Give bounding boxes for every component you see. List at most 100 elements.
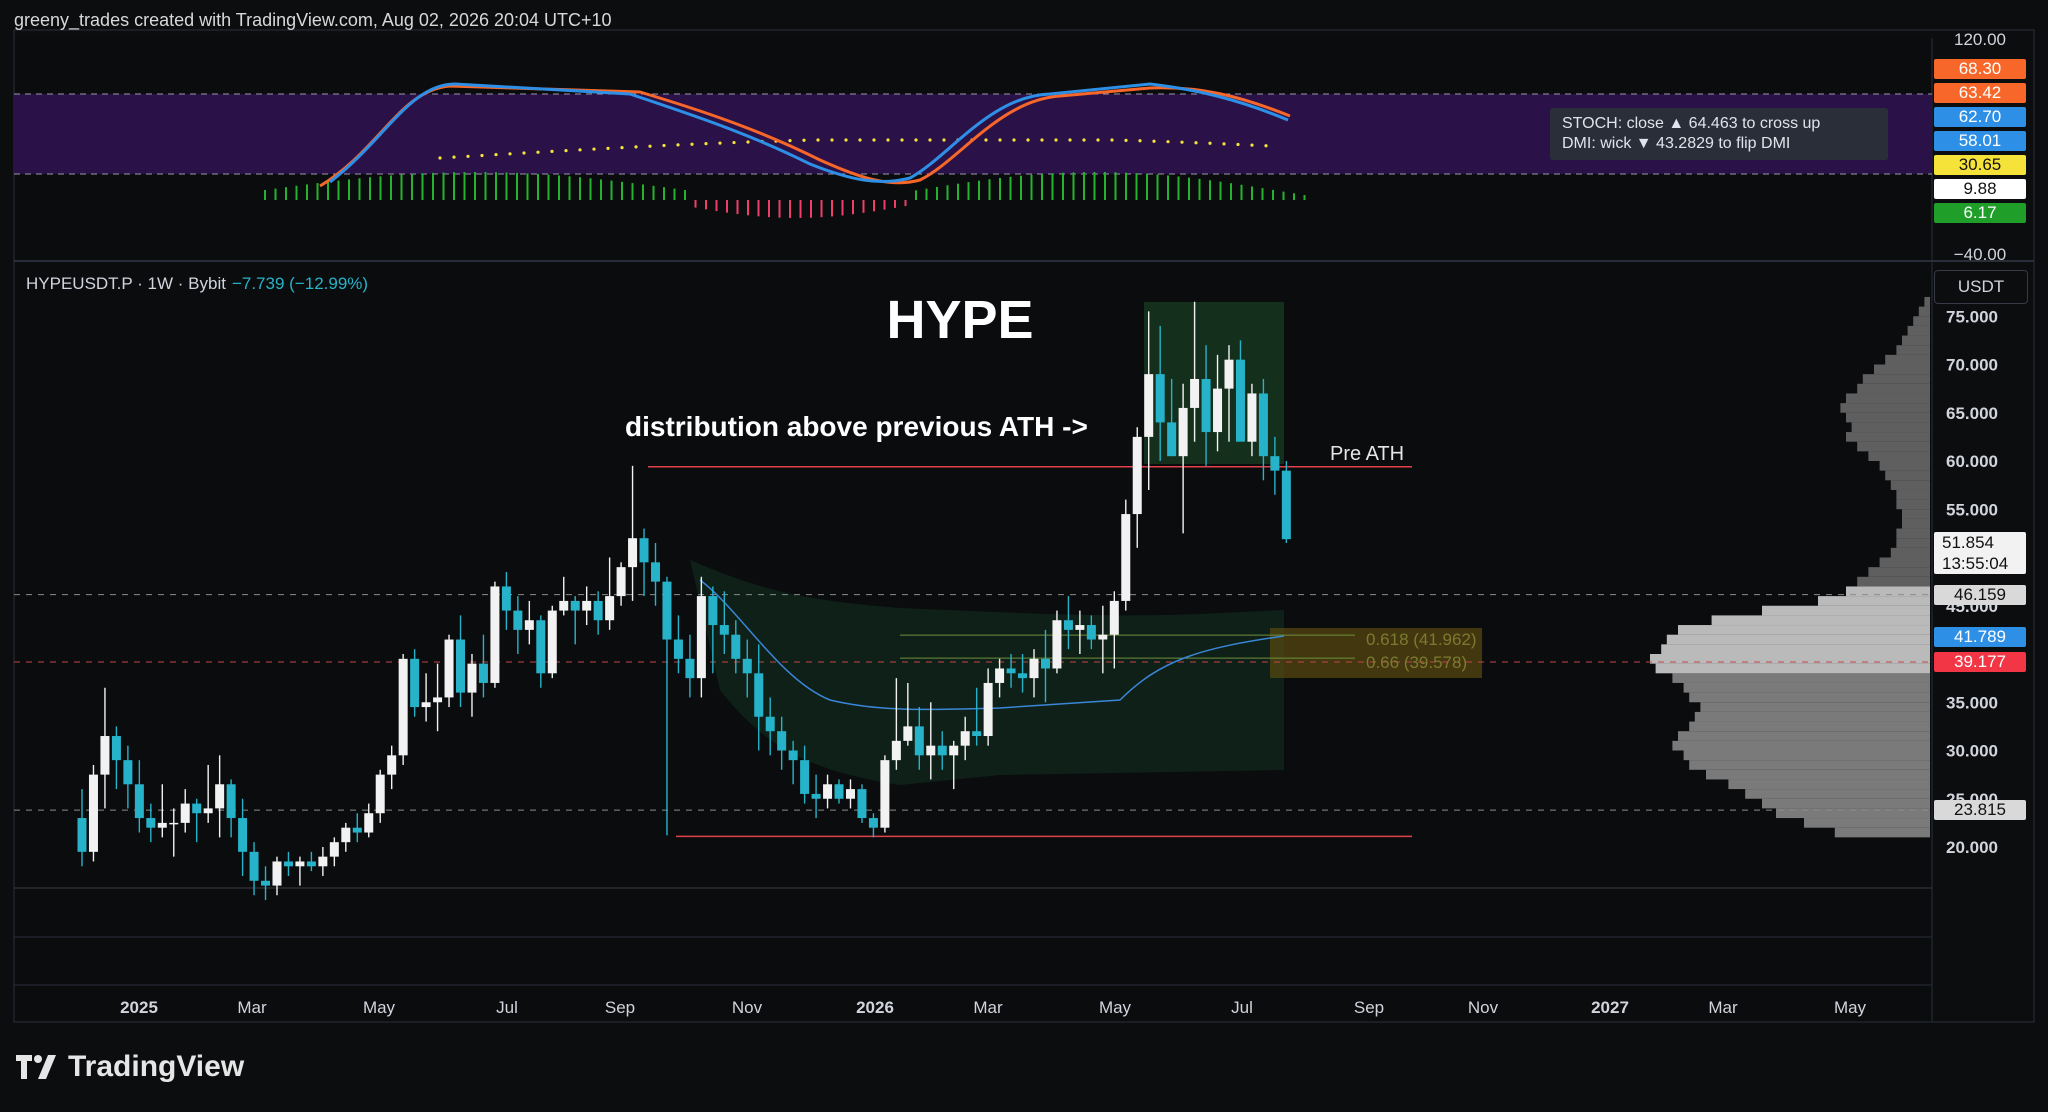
dmi-dot bbox=[522, 151, 526, 155]
histogram-bar bbox=[736, 200, 739, 215]
candle-body bbox=[536, 620, 546, 674]
chart-canvas[interactable]: HYPE distribution above previous ATH -> Pr… bbox=[0, 0, 2048, 1112]
dmi-dot bbox=[802, 138, 806, 142]
tooltip-line-stoch: STOCH: close ▲ 64.463 to cross up bbox=[1562, 115, 1821, 132]
candle-body bbox=[949, 745, 959, 756]
candle-body bbox=[1155, 374, 1165, 423]
candle-body bbox=[283, 861, 293, 867]
y-axis-tick: 65.000 bbox=[1946, 404, 1998, 423]
candle-body bbox=[524, 620, 534, 630]
histogram-bar bbox=[1177, 176, 1180, 200]
volume-profile-bar bbox=[1672, 740, 1930, 751]
histogram-bar bbox=[600, 179, 602, 200]
candle-body bbox=[375, 774, 385, 814]
volume-profile-bar bbox=[1902, 509, 1930, 519]
bar-countdown: 13:55:04 bbox=[1942, 554, 2009, 573]
histogram-bar bbox=[946, 185, 949, 200]
currency-unit-button[interactable]: USDT bbox=[1934, 270, 2028, 304]
volume-profile-bar bbox=[1661, 644, 1930, 654]
histogram-bar bbox=[1251, 186, 1253, 200]
histogram-bar bbox=[1041, 173, 1043, 200]
candle-body bbox=[364, 813, 374, 833]
candle-body bbox=[444, 639, 454, 698]
volume-profile-bar bbox=[1857, 383, 1930, 394]
candle-body bbox=[1167, 422, 1177, 457]
histogram-bar bbox=[1188, 177, 1190, 200]
dmi-dot bbox=[1054, 138, 1058, 142]
histogram-bar bbox=[589, 178, 592, 200]
dmi-dot bbox=[466, 154, 470, 158]
histogram-bar bbox=[631, 183, 634, 200]
x-axis-tick: Sep bbox=[605, 998, 635, 1017]
candle-body bbox=[1281, 470, 1291, 540]
chart-title: HYPE bbox=[886, 290, 1033, 350]
volume-profile-bar bbox=[1804, 818, 1930, 828]
candle-body bbox=[1213, 388, 1223, 433]
candle-body bbox=[341, 827, 351, 843]
y-axis-tick: 55.000 bbox=[1946, 500, 1998, 519]
candle-body bbox=[1121, 514, 1131, 601]
candle-body bbox=[1109, 600, 1119, 635]
histogram-bar bbox=[1167, 175, 1169, 200]
histogram-bar bbox=[873, 200, 875, 212]
indicator-tick-top: 120.00 bbox=[1954, 30, 2006, 49]
volume-profile-bar bbox=[1700, 702, 1930, 712]
dmi-dot bbox=[998, 138, 1002, 142]
volume-profile-bar bbox=[1857, 441, 1930, 452]
volume-profile-bar bbox=[1666, 634, 1930, 645]
dmi-dot bbox=[1194, 141, 1198, 145]
dmi-dot bbox=[634, 145, 638, 149]
histogram-bar bbox=[1156, 174, 1159, 200]
candle-body bbox=[1132, 436, 1142, 515]
histogram-bar bbox=[1293, 193, 1295, 200]
volume-profile-bar bbox=[1678, 625, 1930, 635]
histogram-bar bbox=[1135, 173, 1138, 200]
candle bbox=[88, 764, 98, 862]
histogram-bar bbox=[474, 172, 476, 200]
histogram-bar bbox=[820, 200, 823, 218]
candle-body bbox=[467, 663, 477, 693]
dmi-dot bbox=[1222, 142, 1226, 146]
volume-profile-bar bbox=[1885, 470, 1930, 481]
histogram-bar bbox=[621, 181, 623, 200]
volume-profile-bar bbox=[1818, 596, 1930, 606]
dmi-dot bbox=[1040, 138, 1044, 142]
volume-profile-bar bbox=[1846, 412, 1930, 423]
tradingview-logo[interactable]: TradingView bbox=[16, 1050, 244, 1084]
candle-body bbox=[1052, 620, 1062, 669]
volume-profile-bar bbox=[1902, 518, 1930, 529]
symbol-legend[interactable]: HYPEUSDT.P · 1W · Bybit −7.739 (−12.99%) bbox=[26, 274, 368, 294]
candle-body bbox=[559, 600, 569, 611]
histogram-bar bbox=[831, 200, 833, 217]
candle-body bbox=[146, 818, 156, 828]
volume-profile-bar bbox=[1868, 451, 1930, 461]
histogram-bar bbox=[663, 187, 665, 200]
histogram-bar bbox=[852, 200, 854, 215]
candle-body bbox=[111, 736, 121, 761]
candle-body bbox=[1190, 378, 1200, 408]
volume-profile-bar bbox=[1885, 354, 1930, 365]
candle-body bbox=[203, 808, 213, 814]
candle-body bbox=[983, 682, 993, 737]
candle-body bbox=[1258, 393, 1268, 457]
x-axis-tick: 2027 bbox=[1591, 998, 1629, 1017]
dmi-dot bbox=[844, 138, 848, 142]
indicator-value-badge: 30.65 bbox=[1934, 155, 2026, 175]
dmi-dot bbox=[1152, 139, 1156, 143]
histogram-bar bbox=[453, 172, 455, 200]
candle-body bbox=[261, 880, 271, 886]
candle-body bbox=[215, 784, 225, 809]
volume-profile-bar bbox=[1762, 605, 1930, 616]
candle-body bbox=[960, 731, 970, 746]
candle-body bbox=[1224, 359, 1234, 389]
histogram-bar bbox=[957, 183, 959, 200]
x-axis-tick: Jul bbox=[1231, 998, 1253, 1017]
volume-profile-bar bbox=[1879, 461, 1930, 471]
candle-body bbox=[834, 784, 844, 799]
histogram-bar bbox=[1261, 188, 1264, 200]
histogram-bar bbox=[316, 183, 319, 200]
candle-body bbox=[249, 851, 259, 881]
symbol-change: −7.739 (−12.99%) bbox=[231, 274, 369, 293]
volume-profile-bar bbox=[1840, 403, 1930, 413]
histogram-bar bbox=[862, 200, 865, 213]
